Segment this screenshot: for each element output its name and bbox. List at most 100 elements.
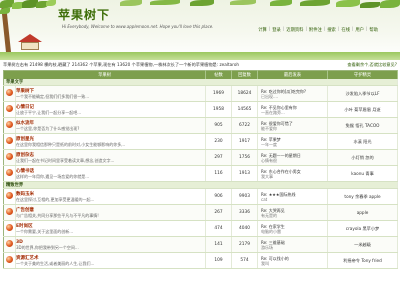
forum-info: 似水流年 一个这里,你是否为了什么感觉出现?	[15, 117, 207, 134]
moderators[interactable]: 兔猴 悟孔 TACOO	[327, 117, 399, 134]
moderators[interactable]: 一米越级	[327, 236, 399, 253]
forum-status-cell	[3, 188, 16, 205]
moderators[interactable]: 沙发陷入季节以LF	[327, 85, 399, 102]
nav-item-search[interactable]: 搜索	[327, 27, 336, 33]
topic-count: 116	[205, 165, 233, 182]
last-post: Re: ★★★国际热线 cat	[257, 188, 329, 205]
forum-description: 在这里你我相信那种只是纸的前时对,小女生能够影响的你多,..	[16, 141, 126, 147]
table-row: 原创杂志 让我们一起在书记时间里享受着读文章,想念,创造文字... 297 1756 R…	[3, 149, 399, 166]
table-header: 苹果树 帖数 回复数 最后发表 守护精灵	[3, 70, 399, 79]
last-post: Re: 吃过你的[瓜]吃完你? 已出现....	[257, 85, 329, 102]
table-row: 苹果树下 一个我不能确定,但我们们多我们很一致... 1969 18624 Re: 吃过…	[3, 85, 399, 102]
leaf-decoration	[380, 0, 400, 8]
leaf-decoration	[300, 0, 330, 6]
col-header-forum: 苹果树	[3, 70, 207, 79]
moderators[interactable]: 小叶 菊苹眉眉 月逝	[327, 101, 399, 118]
apple-ball-icon	[6, 153, 13, 160]
last-post-meta: 心情有很	[261, 157, 278, 163]
reply-count: 6722	[231, 117, 259, 134]
moderators[interactable]: tony 余春季 apple	[327, 188, 399, 205]
reply-count: 1913	[231, 165, 259, 182]
top-navigation: 计算 | 登录 | 近期资料 | 附件注 | 搜索 | 在线 | 用户 | 帮助	[258, 27, 378, 33]
forum-info: 广告创意 与广告相关,共同分享那些平凡与不平凡的事情!	[15, 204, 207, 221]
nav-item-recent[interactable]: 近期资料	[286, 27, 303, 33]
moderators[interactable]: 水溪 阳光	[327, 133, 399, 150]
leaf-decoration	[46, 0, 56, 6]
forum-description: 一个你需要,关于这里面的创新...	[16, 228, 74, 234]
forum-description: 一个关于美的生活,或者美丽的人生,让我们...	[16, 260, 95, 266]
last-post-meta: 一直在路旁...	[261, 109, 285, 115]
apple-ball-icon	[6, 137, 13, 144]
forum-description: 3D的世界,你把我带到另一个空间...	[16, 244, 79, 250]
nav-item-login[interactable]: 登录	[272, 27, 281, 33]
nav-item-online[interactable]: 在线	[341, 27, 350, 33]
last-post: Re: 在家学生 电脑的小雷	[257, 220, 329, 237]
forum-description: 在这里探讨,互相的,更加享受更温暖的一起...	[16, 196, 95, 202]
forum-description: 让我们一起在书记时间里享受着读文章,想念,创造文字...	[16, 157, 115, 163]
moderators[interactable]: apple	[327, 204, 399, 221]
last-post: Re: 无题——的星期日 心情有很	[257, 149, 329, 166]
leaf-decoration	[360, 2, 380, 8]
reply-count: 1917	[231, 133, 259, 150]
reply-count: 9903	[231, 188, 259, 205]
forum-status-cell	[3, 117, 16, 134]
forum-info: 资源汇艺术 一个关于美的生活,或者美丽的人生,让我们...	[15, 252, 207, 269]
moderators[interactable]: kaonu 青事	[327, 165, 399, 182]
apple-ball-icon	[6, 240, 13, 247]
forum-info: 原创杂志 让我们一起在书记时间里享受着读文章,想念,创造文字...	[15, 149, 207, 166]
topic-count: 141	[205, 236, 233, 253]
stats-bar: 苹果树左右有 21498 棵的枝,晒藏了 214362 个苹果,现在有 1362…	[3, 61, 397, 69]
moderators[interactable]: 小灯悄 忽的	[327, 149, 399, 166]
col-header-replies: 回复数	[231, 70, 259, 79]
reply-count: 18624	[231, 85, 259, 102]
leaf-decoration	[0, 8, 10, 14]
forum-status-cell	[3, 165, 16, 182]
forum-description: 一个我不能确定,但我们们多我们很一致...	[16, 93, 90, 99]
forum-info: E时尚区 一个你需要,关于这里面的创新...	[15, 220, 207, 237]
table-row: 3D 3D的世界,你把我带到另一个空间... 141 2179 Re: 三维基础 游乐场一…	[3, 236, 399, 253]
nav-item-users[interactable]: 用户	[355, 27, 364, 33]
reply-count: 1756	[231, 149, 259, 166]
forum-status-cell	[3, 133, 16, 150]
forum-status-cell	[3, 220, 16, 237]
last-post-meta: 能不爱你	[261, 125, 278, 131]
table-row: 似水流年 一个这里,你是否为了什么感觉出现? 905 6722 Re: 很爱你可惜了 能不…	[3, 117, 399, 134]
forum-description: 与广告相关,共同分享那些平凡与不平凡的事情!	[16, 212, 99, 218]
apple-ball-icon	[6, 121, 13, 128]
nav-item-help[interactable]: 帮助	[369, 27, 378, 33]
topic-count: 109	[205, 252, 233, 269]
category-row: 精致世界	[3, 181, 399, 189]
last-post-meta: cat	[261, 196, 268, 202]
category-title[interactable]: 苹果文字	[3, 78, 399, 86]
apple-ball-icon	[6, 256, 13, 263]
nav-item-calc[interactable]: 计算	[258, 27, 267, 33]
topic-count: 1958	[205, 101, 233, 118]
forum-info: 原创星光 在这里你我相信那种只是纸的前时对,小女生能够影响的你多,..	[15, 133, 207, 150]
last-post: Re: 很爱你可惜了 能不爱你	[257, 117, 329, 134]
category-title[interactable]: 精致世界	[3, 181, 399, 189]
forum-table: 苹果树 帖数 回复数 最后发表 守护精灵 苹果文字 苹果树下 一个我不能确定,但我们…	[3, 70, 399, 269]
table-row: 广告创意 与广告相关,共同分享那些平凡与不平凡的事情! 267 3336 Re: 大哭再…	[3, 204, 399, 221]
last-post: Re: 东心合作在小男女 我大事	[257, 165, 329, 182]
stats-link[interactable]: 查看剩余个,否就比较意见?	[347, 62, 397, 68]
apple-ball-icon	[6, 192, 13, 199]
moderators[interactable]: crayola 黑苹小梦	[327, 220, 399, 237]
last-post: Re: 不见你心里有你 一直在路旁...	[257, 101, 329, 118]
forum-status-cell	[3, 101, 16, 118]
house-icon	[18, 34, 42, 50]
last-post: Re: 三维基础 游乐场	[257, 236, 329, 253]
forum-description: 一个这里,你是否为了什么感觉出现?	[16, 125, 80, 131]
site-logo[interactable]: 苹果树下	[58, 6, 110, 23]
table-row: 心情日记 让放于平宁,让我们一起分享一起吧... 1958 14565 Re: 不见你心…	[3, 101, 399, 118]
moderators[interactable]: 利摇帝令 Tony fried	[327, 252, 399, 269]
last-post-meta: 一年一度	[261, 141, 278, 147]
topic-count: 230	[205, 133, 233, 150]
topic-count: 905	[205, 117, 233, 134]
nav-item-attach[interactable]: 附件注	[309, 27, 322, 33]
forum-info: 苹果树下 一个我不能确定,但我们们多我们很一致...	[15, 85, 207, 102]
col-header-mods: 守护精灵	[327, 70, 399, 79]
reply-count: 14565	[231, 101, 259, 118]
forum-status-cell	[3, 252, 16, 269]
topic-count: 267	[205, 204, 233, 221]
topic-count: 1969	[205, 85, 233, 102]
